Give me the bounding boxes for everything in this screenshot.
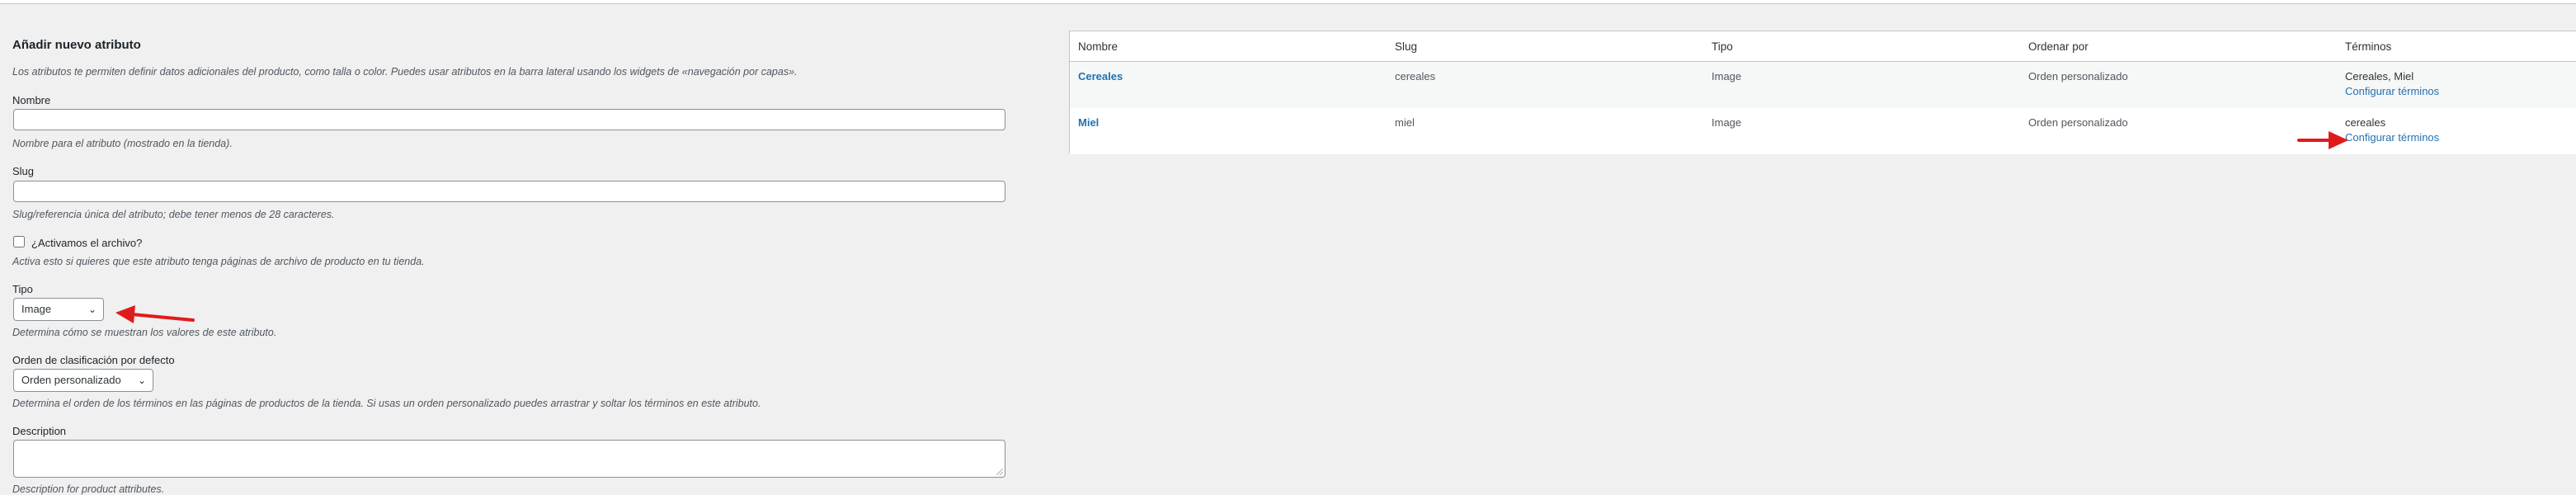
order-help: Determina el orden de los términos en la… [12,398,761,409]
attribute-terms: cereales [2345,116,2386,129]
type-help: Determina cómo se muestran los valores d… [12,327,277,338]
archive-checkbox[interactable] [13,236,25,248]
column-header-tipo[interactable]: Tipo [1712,40,1733,53]
column-header-ordenar-por[interactable]: Ordenar por [2028,40,2089,53]
attribute-order: Orden personalizado [2028,116,2128,129]
type-select[interactable]: Image ⌄ [13,298,104,321]
column-header-nombre[interactable]: Nombre [1078,40,1118,53]
table-header: Nombre Slug Tipo Ordenar por Términos [1070,31,2576,62]
top-edge-panel [0,0,2576,4]
attribute-name-link[interactable]: Cereales [1078,70,1123,82]
name-label: Nombre [12,94,51,106]
form-title: Añadir nuevo atributo [12,38,141,52]
attribute-type: Image [1712,116,1742,129]
table-row: Miel miel Image Orden personalizado cere… [1070,108,2576,154]
slug-help: Slug/referencia única del atributo; debe… [12,209,335,220]
red-arrow-icon [2297,131,2348,149]
type-select-value: Image [21,303,52,315]
table-row: Cereales cereales Image Orden personaliz… [1070,62,2576,108]
description-textarea[interactable] [13,440,1005,478]
chevron-down-icon: ⌄ [137,375,146,386]
slug-input[interactable] [13,181,1005,202]
attribute-name-link[interactable]: Miel [1078,116,1099,129]
chevron-down-icon: ⌄ [87,304,97,315]
red-arrow-icon [115,305,195,323]
column-header-terminos[interactable]: Términos [2345,40,2391,53]
description-label: Description [12,425,67,437]
order-label: Orden de clasificación por defecto [12,354,175,366]
configure-terms-link[interactable]: Configurar términos [2345,131,2439,144]
column-header-slug[interactable]: Slug [1395,40,1417,53]
archive-help: Activa esto si quieres que este atributo… [12,256,425,267]
type-label: Tipo [12,283,33,295]
attribute-order: Orden personalizado [2028,70,2128,82]
archive-label[interactable]: ¿Activamos el archivo? [31,237,142,249]
name-input[interactable] [13,109,1005,130]
attribute-slug: miel [1395,116,1415,129]
form-intro: Los atributos te permiten definir datos … [12,66,798,78]
configure-terms-link[interactable]: Configurar términos [2345,85,2439,97]
order-select-value: Orden personalizado [21,374,121,386]
resize-handle-icon[interactable] [996,469,1003,475]
attribute-terms: Cereales, Miel [2345,70,2414,82]
name-help: Nombre para el atributo (mostrado en la … [12,138,233,149]
attribute-type: Image [1712,70,1742,82]
slug-label: Slug [12,165,35,177]
attribute-slug: cereales [1395,70,1436,82]
order-select[interactable]: Orden personalizado ⌄ [13,369,153,392]
